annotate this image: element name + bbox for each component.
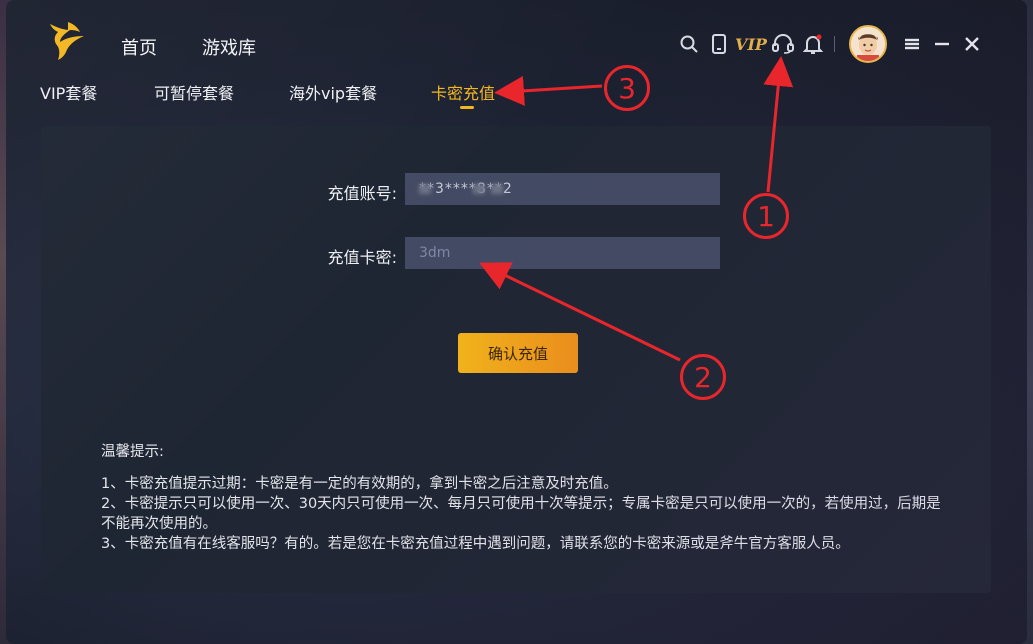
tab-overseas-vip-package[interactable]: 海外vip套餐 [289,80,377,104]
active-tab-indicator [460,106,474,109]
close-icon[interactable] [961,33,983,55]
redaction-blur [419,184,431,194]
annotation-marker-2: 2 [680,354,726,400]
confirm-recharge-button[interactable]: 确认充值 [458,333,578,373]
tab-card-recharge[interactable]: 卡密充值 [431,80,495,104]
user-avatar[interactable] [849,25,887,63]
tip-item: 2、卡密提示只可以使用一次、30天内只可使用一次、每月只可使用十次等提示；专属卡… [101,496,941,532]
menu-icon[interactable] [901,33,923,55]
annotation-marker-3: 3 [604,65,650,111]
search-icon[interactable] [678,33,700,55]
redaction-blur [473,184,485,194]
tab-pausable-package[interactable]: 可暂停套餐 [154,80,234,104]
nav-home[interactable]: 首页 [121,34,157,60]
title-toolbar: VIP [670,25,983,63]
card-key-input[interactable] [405,237,720,269]
notification-bell-icon[interactable] [802,33,824,55]
tab-vip-package[interactable]: VIP套餐 [40,80,97,104]
customer-service-headset-icon[interactable] [772,33,794,55]
recharge-panel: 充值账号: **3****8**2 充值卡密: 确认充值 温馨提示: 1、卡密充… [41,126,991,593]
tips-title: 温馨提示: [101,444,164,460]
vip-icon[interactable]: VIP [735,33,767,55]
card-key-label: 充值卡密: [327,248,397,267]
app-logo-icon [44,20,90,62]
minimize-icon[interactable] [931,33,953,55]
tip-item: 3、卡密充值有在线客服吗？有的。若是您在卡密充值过程中遇到问题，请联系您的卡密来… [101,536,850,552]
tip-item: 1、卡密充值提示过期：卡密是有一定的有效期的，拿到卡密之后注意及时充值。 [101,476,618,492]
account-label: 充值账号: [327,184,397,203]
tips-section: 温馨提示: 1、卡密充值提示过期：卡密是有一定的有效期的，拿到卡密之后注意及时充… [101,442,941,554]
mobile-phone-icon[interactable] [708,33,730,55]
account-field[interactable]: **3****8**2 [405,173,720,205]
nav-game-library[interactable]: 游戏库 [202,34,256,60]
redaction-blur [491,184,503,194]
annotation-marker-1: 1 [743,193,789,239]
toolbar-divider [834,36,835,52]
app-window: 首页 游戏库 VIP VIP套餐 可暂停套餐 海外vip套餐 卡密充值 充值账号… [6,0,1027,644]
